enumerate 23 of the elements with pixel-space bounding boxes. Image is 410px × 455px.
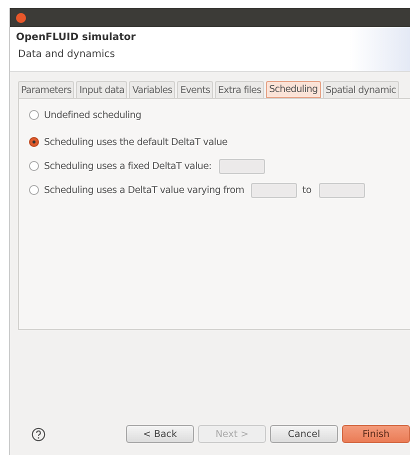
- radio-button[interactable]: [29, 161, 39, 171]
- option-label[interactable]: Scheduling uses the default DeltaT value: [44, 136, 228, 148]
- tab[interactable]: Scheduling: [266, 81, 321, 98]
- tab[interactable]: Events: [177, 81, 213, 98]
- tab[interactable]: Spatial dynamic: [322, 81, 399, 98]
- tab[interactable]: Extra files: [215, 81, 264, 98]
- tab[interactable]: Parameters: [18, 81, 74, 98]
- tab[interactable]: Input data: [76, 81, 128, 98]
- option-label[interactable]: Scheduling uses a fixed DeltaT value:: [44, 160, 212, 172]
- wizard-button[interactable]: Cancel: [270, 425, 338, 443]
- wizard-button[interactable]: Finish: [342, 425, 410, 443]
- radio-button[interactable]: [29, 185, 39, 195]
- help-icon[interactable]: [31, 426, 46, 442]
- wizard-title: OpenFLUID simulator: [16, 32, 137, 43]
- radio-button[interactable]: [29, 137, 39, 147]
- wizard-subtitle: Data and dynamics: [17, 49, 116, 60]
- option-label[interactable]: Undefined scheduling: [44, 110, 142, 120]
- radio-button[interactable]: [29, 110, 39, 120]
- option-label[interactable]: Scheduling uses a DeltaT value varying from: [44, 184, 244, 196]
- close-icon[interactable]: [16, 12, 26, 22]
- field-label: to: [302, 184, 312, 196]
- wizard-button[interactable]: < Back: [126, 425, 194, 443]
- tab[interactable]: Variables: [129, 81, 176, 98]
